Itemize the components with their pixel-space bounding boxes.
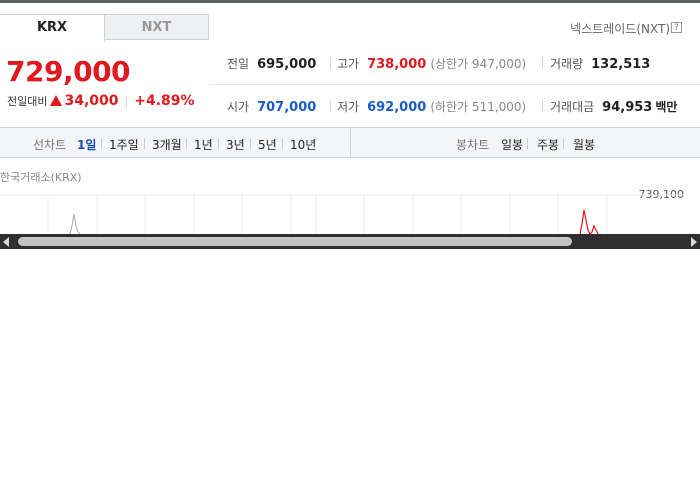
stat-label: 저가 bbox=[337, 100, 360, 114]
price-chart bbox=[0, 186, 700, 234]
candle-chart-label: 봉차트 bbox=[456, 138, 490, 152]
chart-period-bar: 선차트 1일 1주일 3개월 1년 3년 5년 10년 봉차트 일봉 주봉 월봉 bbox=[0, 127, 700, 158]
period-separator bbox=[250, 138, 251, 149]
price-chart-svg bbox=[0, 194, 684, 234]
stat-unit: 백만 bbox=[655, 100, 678, 114]
exchange-label: 한국거래소(KRX) bbox=[0, 171, 82, 184]
stat-value: 132,513 bbox=[591, 57, 651, 72]
scrollbar-thumb[interactable] bbox=[18, 237, 572, 246]
stat-value: 707,000 bbox=[257, 100, 317, 115]
stat-separator bbox=[330, 57, 331, 69]
stat-high: 고가 738,000 (상한가 947,000) bbox=[337, 55, 526, 72]
up-triangle-icon bbox=[50, 95, 63, 106]
line-chart-label: 선차트 bbox=[33, 138, 67, 152]
stat-limit: (상한가 947,000) bbox=[430, 57, 527, 71]
tab-krx[interactable]: KRX bbox=[0, 14, 105, 42]
stat-open: 시가 707,000 bbox=[227, 98, 316, 115]
chart-scrollbar[interactable] bbox=[0, 234, 700, 249]
stat-prev-close: 전일 695,000 bbox=[227, 55, 316, 72]
period-1y[interactable]: 1년 bbox=[194, 136, 213, 153]
period-separator bbox=[186, 138, 187, 149]
scroll-right-arrow-icon[interactable] bbox=[691, 237, 697, 247]
stat-value: 695,000 bbox=[257, 57, 317, 72]
top-border bbox=[0, 0, 700, 3]
period-1w[interactable]: 1주일 bbox=[109, 136, 139, 153]
period-separator bbox=[282, 138, 283, 149]
period-separator bbox=[218, 138, 219, 149]
stat-label: 전일 bbox=[227, 57, 250, 71]
stat-label: 고가 bbox=[337, 57, 360, 71]
help-icon[interactable]: ? bbox=[671, 22, 682, 33]
stat-low: 저가 692,000 (하한가 511,000) bbox=[337, 98, 526, 115]
stat-label: 거래량 bbox=[550, 57, 584, 71]
period-5y[interactable]: 5년 bbox=[258, 136, 277, 153]
change-divider: | bbox=[124, 95, 129, 108]
intraday-price-line bbox=[579, 209, 599, 234]
stat-value: 738,000 bbox=[367, 57, 427, 72]
nxt-info-link[interactable]: 넥스트레이드(NXT) bbox=[570, 20, 670, 37]
period-separator bbox=[527, 138, 528, 149]
candle-monthly[interactable]: 월봉 bbox=[573, 136, 595, 153]
candle-daily[interactable]: 일봉 bbox=[501, 136, 523, 153]
stat-limit: (하한가 511,000) bbox=[430, 100, 527, 114]
period-bar-divider bbox=[350, 128, 351, 158]
period-3m[interactable]: 3개월 bbox=[152, 136, 182, 153]
period-10y[interactable]: 10년 bbox=[290, 136, 316, 153]
stat-label: 시가 bbox=[227, 100, 250, 114]
stat-value: 692,000 bbox=[367, 100, 427, 115]
tab-nxt[interactable]: NXT bbox=[104, 14, 209, 40]
stats-divider bbox=[209, 84, 700, 85]
change-amount: 34,000 bbox=[64, 93, 119, 109]
stat-separator bbox=[330, 100, 331, 112]
stat-separator bbox=[542, 57, 543, 69]
scroll-left-arrow-icon[interactable] bbox=[3, 237, 9, 247]
period-1d[interactable]: 1일 bbox=[77, 136, 96, 153]
period-separator bbox=[101, 138, 102, 149]
candle-weekly[interactable]: 주봉 bbox=[537, 136, 559, 153]
stat-label: 거래대금 bbox=[550, 100, 595, 114]
current-price: 729,000 bbox=[6, 55, 131, 88]
period-separator bbox=[563, 138, 564, 149]
period-3y[interactable]: 3년 bbox=[226, 136, 245, 153]
change-label: 전일대비 bbox=[7, 95, 48, 108]
previous-day-line bbox=[69, 213, 81, 234]
stat-value: 94,953 bbox=[602, 100, 653, 115]
stat-trade-value: 거래대금 94,953 백만 bbox=[550, 98, 677, 115]
period-separator bbox=[144, 138, 145, 149]
price-change-row: 전일대비 34,000 | +4.89% bbox=[7, 93, 195, 109]
stat-separator bbox=[542, 100, 543, 112]
change-percent: +4.89% bbox=[134, 93, 195, 109]
stat-volume: 거래량 132,513 bbox=[550, 55, 650, 72]
